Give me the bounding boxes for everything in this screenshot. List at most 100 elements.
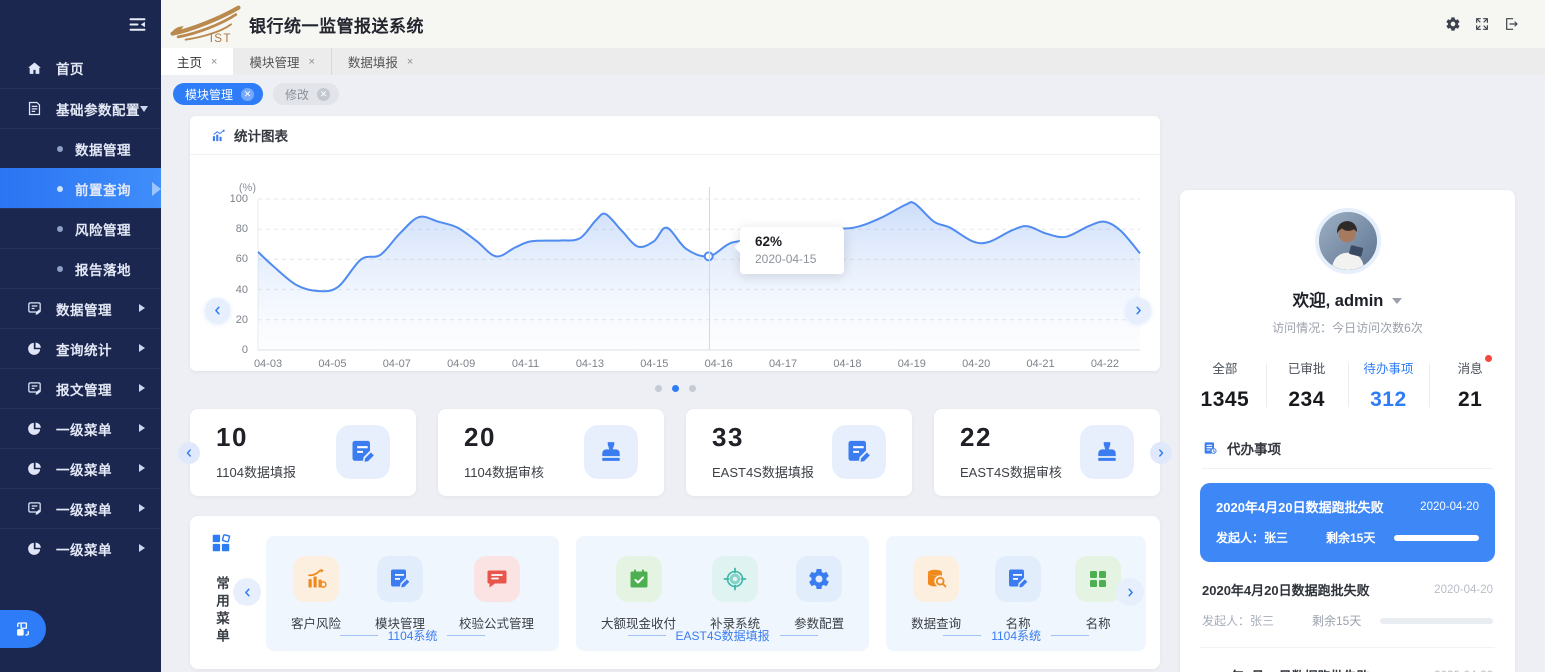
todo-item-row2: 发起人：张三 剩余15天 [1202,612,1493,629]
chevron-right-icon [139,464,145,472]
sidebar-item-label: 基础参数配置 [56,99,140,119]
chart-prev-button[interactable] [205,298,230,323]
todo-item-remaining: 剩余15天 [1326,529,1394,546]
cards-next-button[interactable] [1150,442,1172,464]
chevron-right-icon [139,504,145,512]
profile-stat[interactable]: 待办事项 312 [1348,358,1430,412]
logout-icon[interactable] [1503,16,1519,32]
tab-bar: 主页 × 模块管理 × 数据填报 × [161,48,1545,75]
statistics-chart-icon [211,128,226,143]
quick-menu-icon [1086,567,1110,591]
sidebar-item[interactable]: 一级菜单 [0,408,161,448]
bullet-dot [57,226,63,232]
chevron-left-icon [183,447,195,459]
chip-close-icon[interactable]: ✕ [241,88,254,101]
user-dropdown-caret-icon[interactable] [1392,298,1402,304]
quick-menu-icon [924,567,948,591]
sidebar-item-label: 前置查询 [75,179,131,199]
todo-item[interactable]: 2020年4月20日数据跑批失败 2020-04-20 发起人：张三 剩余15天 [1200,647,1495,672]
stat-card[interactable]: 20 1104数据审核 [438,409,664,496]
todo-item-initiator: 发起人：张三 [1216,529,1326,546]
grid-menu-icon [210,532,232,554]
sidebar-item[interactable]: 一级菜单 [0,448,161,488]
quick-menu-icon-box [1075,556,1121,602]
page-tab[interactable]: 数据填报 × [331,48,429,75]
tab-close-icon[interactable]: × [407,56,413,68]
quick-menu-prev-button[interactable] [233,578,261,606]
quick-menu-next-button[interactable] [1116,578,1144,606]
content-area: 模块管理 ✕ 修改 ✕ 统计图表 (%) [161,75,1545,672]
chevron-right-icon [1132,304,1145,317]
filter-chip[interactable]: 模块管理 ✕ [173,83,263,105]
sidebar-item[interactable]: 首页 [0,48,161,88]
bullet-dot [57,146,63,152]
sidebar-item[interactable]: 一级菜单 [0,528,161,568]
tooltip-date: 2020-04-15 [755,252,844,266]
carousel-dot[interactable] [655,385,662,392]
sidebar-item[interactable]: 前置查询 [0,168,161,208]
quick-menu-icon [1006,567,1030,591]
quick-menu-item[interactable]: 大额现金收付 [601,556,676,632]
quick-menu-item[interactable]: 客户风险 [291,556,341,632]
sidebar-item[interactable]: 报文管理 [0,368,161,408]
todo-item-row1: 2020年4月20日数据跑批失败 2020-04-20 [1216,497,1479,516]
stat-card[interactable]: 22 EAST4S数据审核 [934,409,1160,496]
svg-text:IST: IST [210,32,232,44]
sidebar-item-label: 一级菜单 [56,419,112,439]
quick-menu-icon [304,567,328,591]
quick-menu-item[interactable]: 校验公式管理 [459,556,534,632]
sidebar-item[interactable]: 风险管理 [0,208,161,248]
quick-menu-item[interactable]: 数据查询 [911,556,961,632]
tab-close-icon[interactable]: × [211,56,217,68]
fullscreen-icon[interactable] [1474,16,1490,32]
page-tab[interactable]: 主页 × [161,48,233,75]
quick-menu-item[interactable]: 名称 [1075,556,1121,632]
stat-value: 22 [960,422,992,453]
sidebar-item[interactable]: 查询统计 [0,328,161,368]
settings-icon[interactable] [1445,16,1461,32]
tab-label: 数据填报 [348,52,398,71]
todo-item-row1: 2020年4月20日数据跑批失败 2020-04-20 [1202,666,1493,672]
sidebar-item[interactable]: 基础参数配置 [0,88,161,128]
sidebar-item[interactable]: 数据管理 [0,128,161,168]
filter-chip[interactable]: 修改 ✕ [273,83,339,105]
page-tab[interactable]: 模块管理 × [233,48,330,75]
stat-label: 1104数据填报 [216,462,296,481]
theme-icon [14,620,32,638]
quick-menu-item[interactable]: 补录系统 [710,556,760,632]
chip-close-icon[interactable]: ✕ [317,88,330,101]
stat-card[interactable]: 33 EAST4S数据填报 [686,409,912,496]
quick-menu-item[interactable]: 模块管理 [375,556,425,632]
chart-next-button[interactable] [1126,298,1151,323]
profile-stat-value: 21 [1429,388,1511,412]
sidebar-header [0,0,161,48]
quick-menu-groups: 客户风险 模块管理 校验公式管理 1104系统 [266,536,1146,651]
quick-menu-group-label: EAST4S数据填报 [576,627,869,644]
avatar[interactable] [1315,208,1381,274]
profile-stat[interactable]: 全部 1345 [1184,358,1266,412]
carousel-dot[interactable] [689,385,696,392]
quick-menu-items: 数据查询 名称 名称 [911,556,1121,632]
cards-prev-button[interactable] [178,442,200,464]
todo-item-title: 2020年4月20日数据跑批失败 [1202,666,1370,672]
profile-stat-value: 234 [1266,388,1348,412]
profile-panel: 欢迎, admin 访问情况：今日访问次数6次 全部 1345 已审批 234 … [1180,190,1515,672]
quick-menu-item[interactable]: 参数配置 [794,556,844,632]
quick-menu-item[interactable]: 名称 [995,556,1041,632]
profile-stat[interactable]: 消息 21 [1429,358,1511,412]
sidebar-item[interactable]: 一级菜单 [0,488,161,528]
carousel-dot[interactable] [672,385,679,392]
profile-stat-label: 消息 [1458,358,1483,377]
menu-fold-icon[interactable] [127,14,148,35]
chevron-right-icon [139,344,145,352]
stat-icon [349,438,377,466]
todo-item[interactable]: 2020年4月20日数据跑批失败 2020-04-20 发起人：张三 剩余15天 [1200,562,1495,647]
sidebar-item[interactable]: 报告落地 [0,248,161,288]
todo-list-icon [1202,440,1218,456]
todo-item[interactable]: 2020年4月20日数据跑批失败 2020-04-20 发起人：张三 剩余15天 [1200,483,1495,562]
tab-close-icon[interactable]: × [308,56,314,68]
stat-card[interactable]: 10 1104数据填报 [190,409,416,496]
sidebar-item[interactable]: 数据管理 [0,288,161,328]
theme-switch-button[interactable] [0,610,46,648]
profile-stat[interactable]: 已审批 234 [1266,358,1348,412]
